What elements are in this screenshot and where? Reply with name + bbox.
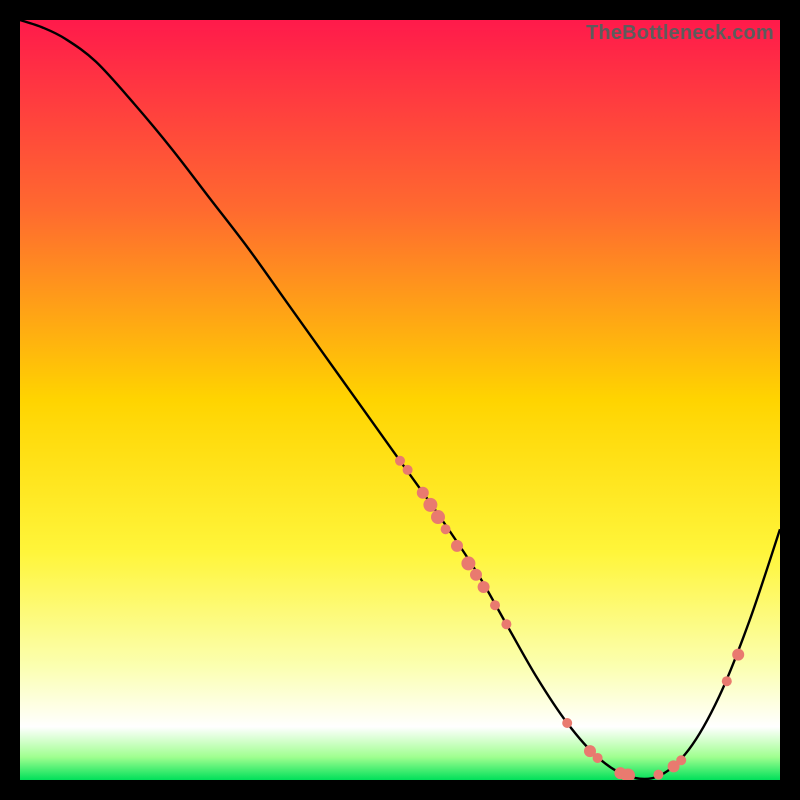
bottleneck-chart xyxy=(20,20,780,780)
marker-pt-v xyxy=(732,649,744,661)
marker-pt-f xyxy=(441,524,451,534)
chart-frame: TheBottleneck.com xyxy=(20,20,780,780)
gradient-bg xyxy=(20,20,780,780)
marker-pt-t xyxy=(676,755,686,765)
marker-pt-l xyxy=(501,619,511,629)
marker-pt-a xyxy=(395,456,405,466)
watermark-text: TheBottleneck.com xyxy=(586,22,774,45)
marker-pt-d xyxy=(423,498,437,512)
marker-pt-c xyxy=(417,487,429,499)
marker-pt-i xyxy=(470,569,482,581)
marker-pt-k xyxy=(490,600,500,610)
marker-pt-m xyxy=(562,718,572,728)
marker-pt-g xyxy=(451,540,463,552)
marker-pt-r xyxy=(653,770,663,780)
marker-pt-b xyxy=(403,465,413,475)
marker-pt-o xyxy=(593,753,603,763)
marker-pt-h xyxy=(461,556,475,570)
marker-pt-j xyxy=(478,581,490,593)
marker-pt-e xyxy=(431,510,445,524)
marker-pt-u xyxy=(722,676,732,686)
